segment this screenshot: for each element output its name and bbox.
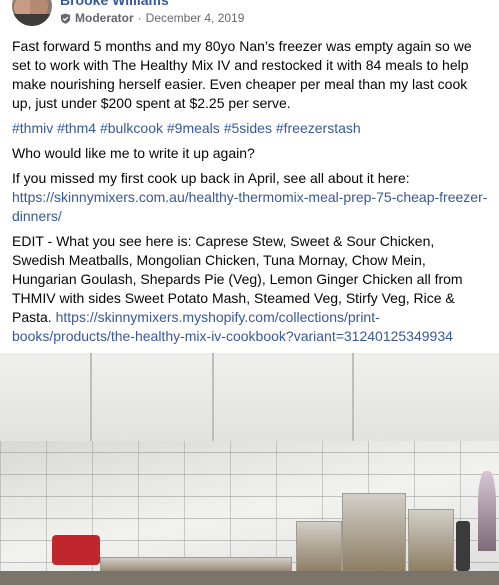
- missed-link[interactable]: https://skinnymixers.com.au/healthy-ther…: [12, 189, 487, 224]
- post-date[interactable]: December 4, 2019: [146, 11, 245, 25]
- hashtag-link[interactable]: #bulkcook: [100, 120, 163, 136]
- post-header: Brooke Williams Moderator · December 4, …: [0, 0, 499, 36]
- photo-cabinet: [214, 353, 354, 441]
- post-question: Who would like me to write it up again?: [12, 145, 255, 161]
- hashtag-link[interactable]: #9meals: [167, 120, 220, 136]
- post-body: Fast forward 5 months and my 80yo Nan’s …: [12, 37, 490, 352]
- hashtag-list: #thmiv #thm4 #bulkcook #9meals #5sides #…: [12, 119, 490, 138]
- post-missed-paragraph: If you missed my first cook up back in A…: [12, 169, 490, 226]
- hashtag-link[interactable]: #thm4: [57, 120, 96, 136]
- post-meta: Moderator · December 4, 2019: [60, 11, 244, 25]
- avatar[interactable]: [12, 0, 52, 26]
- post-edit-paragraph: EDIT - What you see here is: Caprese Ste…: [12, 232, 490, 346]
- photo-cabinet: [92, 353, 214, 441]
- post-photo[interactable]: [0, 353, 499, 585]
- photo-container-stack: [408, 509, 454, 573]
- shield-check-icon: [60, 12, 71, 24]
- edit-link[interactable]: https://skinnymixers.myshopify.com/colle…: [12, 309, 453, 344]
- post-paragraph: Fast forward 5 months and my 80yo Nan’s …: [12, 38, 472, 111]
- hashtag-link[interactable]: #5sides: [224, 120, 272, 136]
- hashtag-link[interactable]: #thmiv: [12, 120, 53, 136]
- meta-separator: ·: [137, 11, 142, 25]
- photo-red-container: [52, 535, 100, 565]
- role-badge: Moderator: [75, 11, 134, 25]
- photo-cabinet: [0, 353, 92, 441]
- avatar-shoulders: [12, 14, 52, 26]
- hashtag-link[interactable]: #freezerstash: [276, 120, 361, 136]
- photo-cabinet: [354, 353, 499, 441]
- photo-orchid: [478, 471, 496, 551]
- photo-counter: [0, 571, 499, 585]
- missed-text: If you missed my first cook up back in A…: [12, 170, 410, 186]
- photo-container-stack: [296, 521, 342, 573]
- photo-vase: [456, 521, 470, 571]
- photo-container-stack: [342, 493, 406, 573]
- author-name[interactable]: Brooke Williams: [60, 0, 169, 8]
